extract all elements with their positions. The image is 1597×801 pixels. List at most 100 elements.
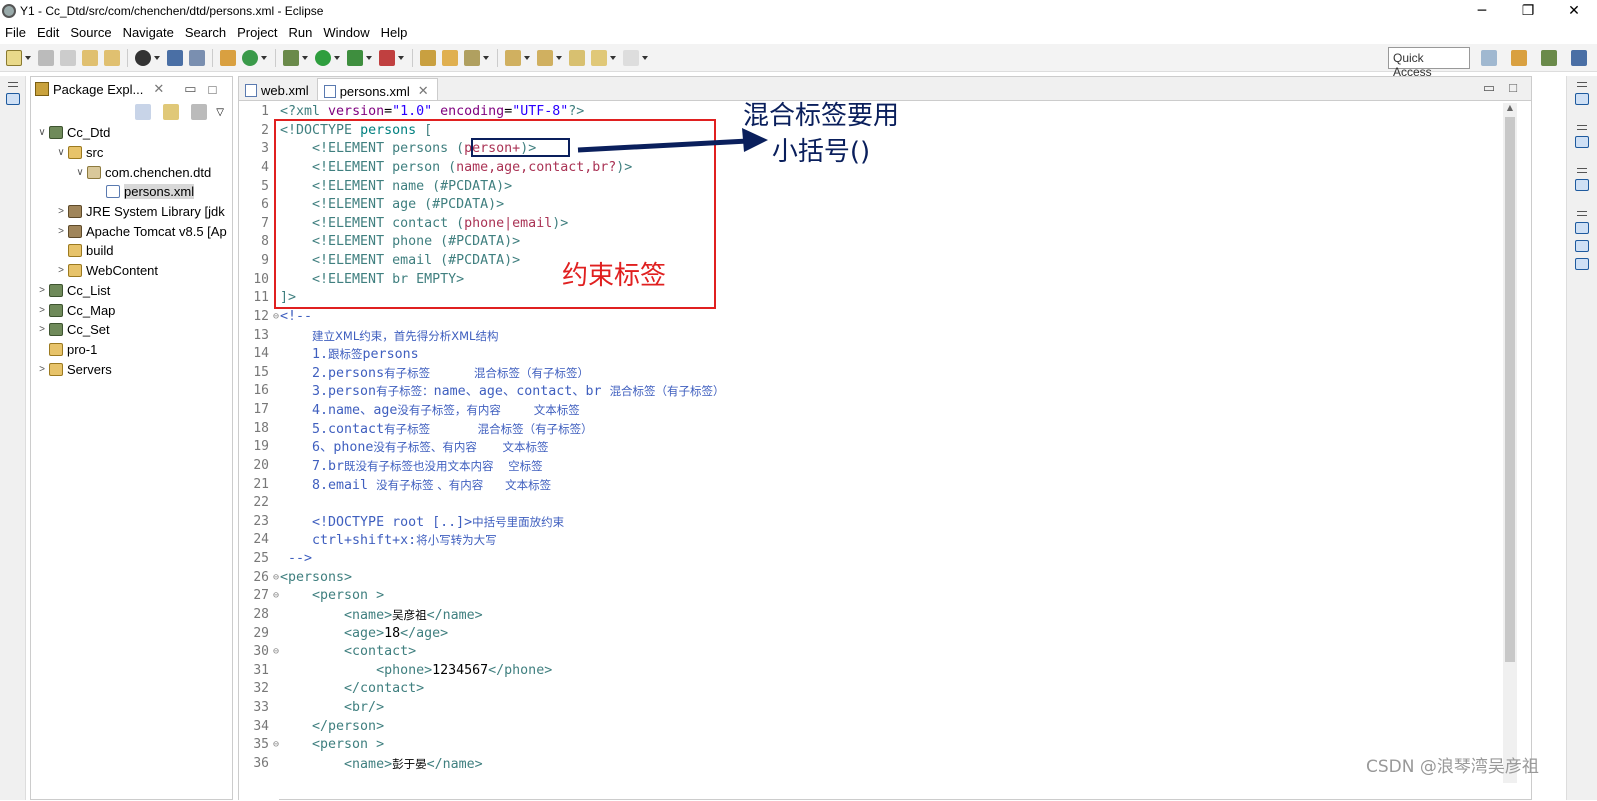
new-dropdown-icon[interactable] [25, 55, 31, 60]
restore-icon[interactable] [1577, 125, 1587, 130]
outline-icon[interactable] [1575, 179, 1589, 191]
fold-toggle-icon[interactable]: ⊖ [273, 736, 279, 755]
pen-icon[interactable] [464, 49, 480, 66]
next-annotation-dropdown-icon[interactable] [524, 55, 530, 60]
tree-item[interactable]: > Cc_List [31, 281, 232, 301]
tree-item[interactable]: ∨ src [31, 143, 232, 163]
scroll-up-icon[interactable]: ▲ [1503, 103, 1517, 112]
tree-item[interactable]: ∨ Cc_Dtd [31, 123, 232, 143]
expand-arrow-icon[interactable]: > [54, 265, 68, 276]
back-icon[interactable] [591, 49, 607, 66]
view-menu-icon[interactable]: ▽ [216, 107, 224, 118]
profile-icon[interactable] [135, 49, 151, 66]
quick-access-field[interactable]: Quick Access [1388, 47, 1470, 79]
menu-run[interactable]: Run [284, 25, 319, 40]
menu-edit[interactable]: Edit [32, 25, 65, 40]
expand-arrow-icon[interactable]: > [54, 206, 68, 217]
tree-item[interactable]: > WebContent [31, 261, 232, 281]
search-results-icon[interactable] [1575, 258, 1589, 270]
run-dropdown-icon[interactable] [334, 55, 340, 60]
tree-item[interactable]: > JRE System Library [jdk [31, 202, 232, 222]
open-perspective-button-icon[interactable] [1481, 50, 1497, 66]
tree-item[interactable]: > Apache Tomcat v8.5 [Ap [31, 221, 232, 241]
menu-file[interactable]: File [0, 25, 32, 40]
minimize-button[interactable]: ─ [1459, 0, 1505, 22]
maximize-view-icon[interactable]: □ [209, 82, 217, 97]
menu-search[interactable]: Search [180, 25, 232, 40]
previous-annotation-dropdown-icon[interactable] [556, 55, 562, 60]
tree-item[interactable]: > Cc_Set [31, 320, 232, 340]
save-all-icon[interactable] [60, 49, 76, 66]
expand-arrow-icon[interactable]: > [35, 285, 49, 296]
back-dropdown-icon[interactable] [610, 55, 616, 60]
coverage-icon[interactable] [347, 49, 363, 66]
fold-toggle-icon[interactable]: ⊖ [273, 643, 279, 662]
expand-arrow-icon[interactable]: > [35, 324, 49, 335]
scrollbar-thumb[interactable] [1505, 117, 1515, 662]
previous-annotation-icon[interactable] [537, 49, 553, 66]
expand-arrow-icon[interactable]: > [35, 364, 49, 375]
expand-arrow-icon[interactable]: ∨ [73, 167, 87, 178]
menu-window[interactable]: Window [318, 25, 375, 40]
skip-breakpoints-icon[interactable] [189, 49, 205, 66]
open-folder-icon[interactable] [442, 49, 458, 66]
tab-web-xml[interactable]: web.xml [239, 78, 317, 100]
fold-toggle-icon[interactable]: ⊖ [273, 587, 279, 606]
debug-dropdown-icon[interactable] [302, 55, 308, 60]
tree-item[interactable]: > Servers [31, 359, 232, 379]
expand-arrow-icon[interactable]: > [54, 226, 68, 237]
markers-icon[interactable] [1575, 222, 1589, 234]
expand-arrow-icon[interactable]: ∨ [35, 127, 49, 138]
tree-item[interactable]: build [31, 241, 232, 261]
menu-navigate[interactable]: Navigate [118, 25, 180, 40]
tree-item[interactable]: pro-1 [31, 340, 232, 360]
maximize-editor-icon[interactable]: □ [1509, 80, 1517, 96]
debug-icon[interactable] [283, 49, 299, 66]
link-with-editor-icon[interactable] [163, 104, 180, 120]
close-tab-icon[interactable]: ✕ [418, 83, 429, 99]
tree-item[interactable]: > Cc_Map [31, 300, 232, 320]
menu-source[interactable]: Source [65, 25, 117, 40]
next-annotation-icon[interactable] [505, 49, 521, 66]
forward-dropdown-icon[interactable] [642, 55, 648, 60]
restore-icon[interactable] [7, 82, 18, 87]
profile-dropdown-icon[interactable] [154, 55, 160, 60]
java-ee-perspective-icon[interactable] [1511, 50, 1527, 66]
open-perspective-icon[interactable] [220, 49, 236, 66]
refresh-icon[interactable] [242, 49, 258, 66]
minimize-editor-icon[interactable]: ▭ [1483, 80, 1495, 96]
java-perspective-icon[interactable] [1571, 50, 1587, 66]
debug-perspective-icon[interactable] [1541, 50, 1557, 66]
outline-view-icon[interactable] [1575, 93, 1589, 105]
task-list-icon[interactable] [1575, 136, 1589, 148]
run-icon[interactable] [315, 49, 331, 66]
fold-toggle-icon[interactable]: ⊖ [273, 308, 279, 327]
tree-item[interactable]: persons.xml [31, 182, 232, 202]
external-tools-icon[interactable] [379, 49, 395, 66]
restore-icon[interactable] [1577, 211, 1587, 216]
minimize-view-icon[interactable]: ▭ [184, 81, 196, 97]
refresh-dropdown-icon[interactable] [261, 55, 267, 60]
tab-persons-xml[interactable]: persons.xml ✕ [316, 78, 438, 100]
tree-item[interactable]: ∨ com.chenchen.dtd [31, 162, 232, 182]
javadoc-icon[interactable] [1575, 240, 1589, 252]
last-edit-icon[interactable] [569, 49, 585, 66]
menu-help[interactable]: Help [376, 25, 414, 40]
minimized-view-icon[interactable] [5, 93, 20, 105]
vertical-scrollbar[interactable]: ▲ [1503, 103, 1517, 783]
restore-icon[interactable] [1577, 168, 1587, 173]
package-explorer-tab[interactable]: Package Expl... ✕ ▭ □ [31, 77, 232, 101]
save-icon[interactable] [38, 49, 54, 66]
close-view-icon[interactable]: ✕ [153, 81, 164, 97]
focus-icon[interactable] [191, 104, 208, 120]
maximize-button[interactable]: ❐ [1505, 0, 1551, 22]
console-icon[interactable] [167, 49, 183, 66]
open-type-icon[interactable] [82, 49, 98, 66]
fold-toggle-icon[interactable]: ⊖ [273, 569, 279, 588]
coverage-dropdown-icon[interactable] [366, 55, 372, 60]
expand-arrow-icon[interactable]: ∨ [54, 147, 68, 158]
restore-icon[interactable] [1577, 82, 1587, 87]
new-java-project-icon[interactable] [420, 49, 436, 66]
collapse-all-icon[interactable] [135, 104, 152, 120]
pen-dropdown-icon[interactable] [483, 55, 489, 60]
